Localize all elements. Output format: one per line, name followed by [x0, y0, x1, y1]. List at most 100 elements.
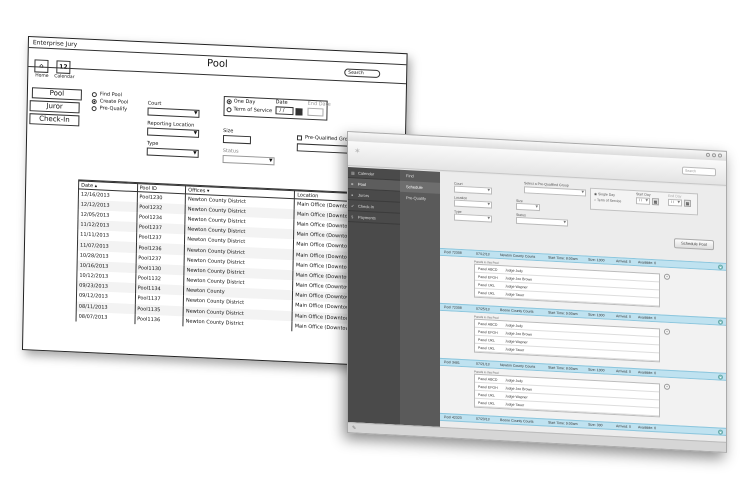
minimize-button[interactable]: [706, 152, 710, 158]
panel-name: Panel IJKL: [478, 345, 495, 351]
schedule-pool-button[interactable]: Schedule Pool: [674, 238, 714, 251]
prequalified-select[interactable]: [524, 186, 586, 197]
pool-id: Pool 72308: [444, 305, 462, 311]
nav-check-in[interactable]: Check-In: [29, 113, 80, 127]
sidebar-item-payments[interactable]: $ Payments: [348, 211, 400, 225]
prequalified-checkbox[interactable]: [296, 135, 303, 141]
panel-judge: Judge Tauer: [505, 401, 525, 407]
pool-id: Pool 42323: [444, 415, 462, 421]
court-select[interactable]: [147, 107, 200, 118]
expand-icon[interactable]: ▾: [718, 373, 723, 380]
search-input[interactable]: Search: [344, 68, 381, 79]
add-panel-icon[interactable]: +: [664, 328, 670, 335]
date-label: Date: [275, 99, 288, 106]
end-date-input[interactable]: [307, 107, 324, 117]
panel-name: Panel IJKL: [478, 282, 495, 288]
check-in-icon: ✔: [351, 202, 355, 208]
wrench-icon[interactable]: ✎: [352, 425, 356, 431]
panel-name: Panel EFGH: [478, 384, 498, 390]
panel-list: Panel ABCD Judge Judy Panel EFGH Judge Joe …: [474, 373, 660, 418]
jurors-icon: ●: [351, 191, 354, 197]
expand-icon[interactable]: ▾: [718, 318, 723, 325]
pool-date: 07/23/13: [476, 416, 490, 422]
start-day-input[interactable]: / /: [636, 197, 650, 205]
pool-start: Start Time: 9:00am: [548, 420, 578, 427]
pool-arrived: Arrived: 0: [616, 259, 631, 264]
expand-icon[interactable]: ▾: [718, 428, 723, 435]
type-select[interactable]: [454, 213, 492, 223]
panel-judge: Judge Tauer: [505, 291, 525, 297]
pool-icon: ■: [351, 180, 354, 186]
pool-size: Size: 1000: [588, 257, 605, 263]
nav-juror[interactable]: Juror: [29, 100, 80, 114]
calendar-icon[interactable]: ▦: [652, 197, 659, 206]
pool-start: Start Time: 8:00am: [548, 365, 578, 372]
panel-judge: Judge Joe Brown: [505, 275, 533, 282]
pool-available: Available: 0: [638, 260, 657, 266]
panel-judge: Judge Wapner: [505, 283, 528, 289]
home-icon[interactable]: ⌂: [34, 59, 49, 73]
status-select[interactable]: [222, 154, 275, 166]
table-cell: 08/07/2013: [76, 311, 135, 325]
maximize-button[interactable]: [712, 153, 716, 158]
subnav-pre-qualify[interactable]: Pre-Qualify: [400, 192, 440, 205]
create-pool-radio[interactable]: [91, 98, 97, 105]
pool-start: Start Time: 8:00am: [548, 255, 578, 262]
status-select[interactable]: [516, 216, 568, 227]
pool-available: Available: 0: [638, 425, 657, 431]
calendar-label: Calendar: [54, 74, 75, 81]
calendar-icon[interactable]: 12: [56, 60, 71, 74]
pool-date: 07/12/13: [476, 251, 490, 257]
reporting-location-select[interactable]: [147, 127, 200, 138]
pool-available: Available: 0: [638, 370, 657, 376]
pool-arrived: Arrived: 0: [616, 314, 631, 319]
app-logo-icon: ✶: [354, 146, 361, 156]
panel-judge: Judge Joe Brown: [505, 330, 533, 337]
type-select[interactable]: [146, 147, 199, 158]
panel-judge: Judge Joe Brown: [505, 385, 533, 392]
expand-icon[interactable]: ▾: [718, 263, 723, 270]
court-select[interactable]: [454, 185, 492, 195]
pool-arrived: Arrived: 0: [616, 424, 631, 429]
one-day-label: One Day: [233, 98, 256, 106]
pool-date: 07/21/13: [476, 361, 490, 367]
panel-judge: Judge Tauer: [505, 346, 525, 352]
panel-name: Panel IJKL: [478, 337, 495, 343]
panel-list: Panel ABCD Judge Judy Panel EFGH Judge Joe …: [474, 263, 660, 308]
add-panel-icon[interactable]: +: [664, 383, 670, 390]
pool-id: Pool 72308: [444, 250, 462, 256]
subnav: Find Schedule Pre-Qualify: [400, 169, 440, 427]
calendar-icon: ▦: [351, 169, 355, 175]
close-button[interactable]: [718, 153, 722, 158]
panel-name: Panel IJKL: [478, 290, 495, 296]
size-input[interactable]: [516, 202, 540, 212]
main-panel: Court Select a Pre-Qualified Group Locat…: [440, 171, 726, 442]
pool-id: Pool 3481: [444, 360, 460, 365]
panel-judge: Judge Judy: [505, 377, 523, 383]
panel-judge: Judge Wapner: [505, 393, 528, 399]
pool-date: 07/25/13: [476, 306, 490, 312]
search-input[interactable]: Search: [682, 166, 716, 177]
find-pool-radio[interactable]: [91, 91, 97, 98]
calendar-icon[interactable]: ▦: [684, 199, 691, 208]
size-input[interactable]: [222, 134, 252, 145]
composite-stage: Enterprise Jury Pool Search ⌂ Home 12 Ca…: [0, 0, 748, 492]
panel-name: Panel ABCD: [478, 376, 498, 382]
one-day-radio[interactable]: [226, 99, 232, 105]
end-date-label: End Date: [307, 100, 331, 108]
pool-available: Available: 0: [638, 315, 657, 321]
pre-qualify-radio[interactable]: [91, 105, 97, 112]
panel-name: Panel IJKL: [478, 392, 495, 398]
nav-pool[interactable]: Pool: [31, 87, 82, 101]
calendar-picker-icon[interactable]: [295, 108, 303, 116]
add-panel-icon[interactable]: +: [664, 273, 670, 280]
date-input[interactable]: / /: [275, 106, 294, 116]
location-select[interactable]: [454, 199, 492, 209]
pool-list: Pool 72308 07/12/13 Newton County Courts St…: [440, 247, 726, 442]
term-of-service-radio[interactable]: [226, 107, 232, 113]
pool-arrived: Arrived: 0: [616, 369, 631, 374]
status-label: Status: [222, 147, 239, 155]
end-day-input[interactable]: / /: [668, 198, 682, 207]
pool-start: Start Time: 9:00am: [548, 310, 578, 317]
pool-size: Size: 300: [588, 422, 603, 428]
